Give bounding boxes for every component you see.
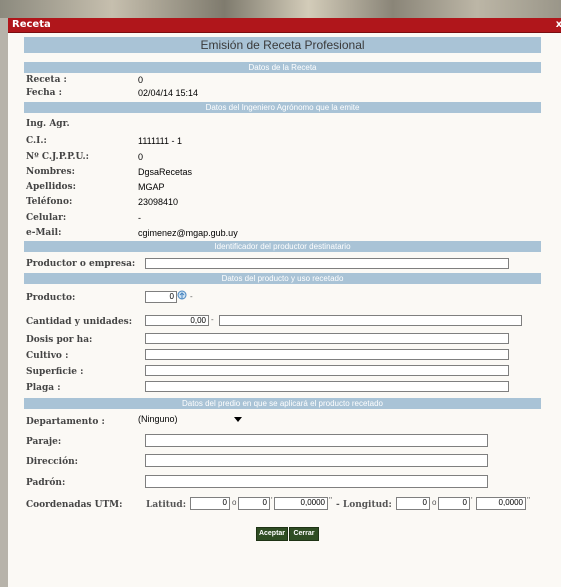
direccion-label: Dirección: [26, 457, 78, 467]
padron-label: Padrón: [26, 478, 66, 488]
ci-label: C.I.: [26, 136, 47, 146]
dialog-title: Receta [12, 19, 51, 30]
dialog-titlebar[interactable]: Receta x [8, 18, 561, 33]
section-header-predio: Datos del predio en que se aplicará el p… [24, 398, 541, 409]
departamento-value: (Ninguno) [138, 414, 178, 424]
background-strip [0, 18, 8, 587]
producto-input[interactable]: 0 [145, 291, 177, 303]
padron-input[interactable] [145, 475, 488, 488]
aceptar-button[interactable]: Aceptar [256, 527, 288, 541]
longitud-seconds-input[interactable]: 0,0000 [476, 497, 526, 510]
section-header-producto: Datos del producto y uso recetado [24, 273, 541, 284]
longitud-minutes-input[interactable]: 0 [438, 497, 470, 510]
email-value: cgimenez@mgap.gub.uy [138, 228, 238, 238]
departamento-select[interactable]: (Ninguno) [138, 413, 242, 426]
celular-label: Celular: [26, 213, 67, 223]
cultivo-label: Cultivo : [26, 351, 69, 361]
dosis-input[interactable] [145, 333, 509, 344]
producto-separator: - [190, 292, 193, 301]
section-header-ingeniero: Datos del Ingeniero Agrónomo que la emit… [24, 102, 541, 113]
cerrar-button[interactable]: Cerrar [289, 527, 319, 541]
cjppu-value: 0 [138, 152, 144, 162]
section-header-receta: Datos de la Receta [24, 62, 541, 73]
search-icon[interactable] [176, 290, 188, 303]
longitud-label: - Longitud: [336, 500, 392, 510]
telefono-value: 23098410 [138, 197, 179, 207]
productor-input[interactable] [145, 258, 509, 269]
receta-label: Receta : [26, 75, 67, 85]
longitud-degrees-input[interactable]: 0 [396, 497, 430, 510]
fecha-value: 02/04/14 15:14 [138, 88, 199, 98]
dosis-label: Dosis por ha: [26, 335, 93, 345]
producto-label: Producto: [26, 293, 76, 303]
degree-symbol: o [232, 498, 237, 507]
cjppu-label: Nº C.J.P.P.U.: [26, 152, 89, 162]
chevron-down-icon [234, 417, 242, 422]
celular-value: - [138, 213, 141, 223]
receta-value: 0 [138, 75, 144, 85]
latitud-seconds-input[interactable]: 0,0000 [274, 497, 328, 510]
cantidad-separator: - [211, 315, 214, 324]
minute-symbol: ' [271, 496, 273, 505]
departamento-label: Departamento : [26, 417, 105, 427]
plaga-input[interactable] [145, 381, 509, 392]
nombres-label: Nombres: [26, 167, 75, 177]
latitud-minutes-input[interactable]: 0 [238, 497, 270, 510]
close-icon[interactable]: x [553, 18, 561, 31]
utm-label: Coordenadas UTM: [26, 500, 123, 510]
fecha-label: Fecha : [26, 88, 62, 98]
nombres-value: DgsaRecetas [138, 167, 193, 177]
apellidos-label: Apellidos: [26, 182, 76, 192]
superficie-label: Superficie : [26, 367, 84, 377]
section-header-productor: Identificador del productor destinatario [24, 241, 541, 252]
paraje-label: Paraje: [26, 437, 62, 447]
productor-label: Productor o empresa: [26, 259, 136, 269]
minute-symbol: ' [471, 496, 473, 505]
latitud-label: Latitud: [146, 500, 187, 510]
ci-value: 1111111 - 1 [138, 136, 183, 146]
plaga-label: Plaga : [26, 383, 61, 393]
telefono-label: Teléfono: [26, 197, 73, 207]
superficie-input[interactable] [145, 365, 509, 376]
direccion-input[interactable] [145, 454, 488, 467]
paraje-input[interactable] [145, 434, 488, 447]
latitud-degrees-input[interactable]: 0 [190, 497, 230, 510]
degree-symbol: o [432, 498, 437, 507]
email-label: e-Mail: [26, 228, 62, 238]
cantidad-label: Cantidad y unidades: [26, 317, 133, 327]
apellidos-value: MGAP [138, 182, 165, 192]
second-symbol: '' [527, 496, 531, 505]
cultivo-input[interactable] [145, 349, 509, 360]
second-symbol: '' [329, 496, 333, 505]
page-title: Emisión de Receta Profesional [24, 37, 541, 53]
ing-agr-label: Ing. Agr. [26, 119, 70, 129]
cantidad-input[interactable]: 0,00 [145, 315, 209, 326]
unidades-input[interactable] [219, 315, 522, 326]
